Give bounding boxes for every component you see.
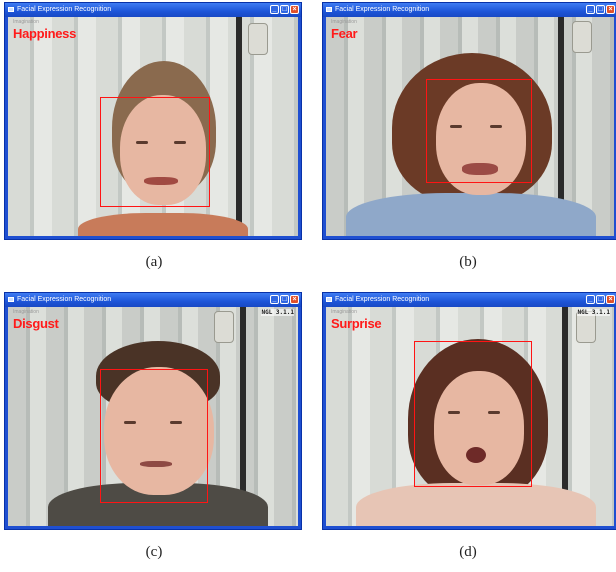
window-controls: _ □ × [586, 295, 615, 304]
panel-disgust: Facial Expression Recognition _ □ × Imag… [4, 292, 302, 530]
video-frame: Imagination Happiness [8, 17, 298, 236]
caption-d: (d) [459, 544, 477, 560]
shirt [346, 193, 596, 236]
brand-label: Imagination [13, 309, 39, 315]
app-window[interactable]: Facial Expression Recognition _ □ × Imag… [4, 292, 302, 530]
video-frame: Imagination Surprise NGL 3.1.1 [326, 307, 614, 526]
close-icon[interactable]: × [290, 295, 299, 304]
minimize-icon[interactable]: _ [586, 295, 595, 304]
shirt [356, 483, 596, 526]
maximize-icon[interactable]: □ [280, 5, 289, 14]
close-icon[interactable]: × [290, 5, 299, 14]
window-titlebar[interactable]: Facial Expression Recognition _ □ × [323, 3, 616, 17]
shirt [78, 213, 248, 236]
face-detection-box [426, 79, 532, 183]
background-lamp [214, 311, 234, 343]
emotion-label: Fear [331, 26, 358, 41]
brand-label: Imagination [331, 309, 357, 315]
video-frame: Imagination Fear [326, 17, 614, 236]
emotion-label: Disgust [13, 316, 59, 331]
window-titlebar[interactable]: Facial Expression Recognition _ □ × [5, 293, 301, 307]
panel-happiness: Facial Expression Recognition _ □ × Imag… [4, 2, 302, 240]
maximize-icon[interactable]: □ [280, 295, 289, 304]
version-label: NGL 3.1.1 [261, 309, 294, 316]
emotion-label: Surprise [331, 316, 382, 331]
background-lamp [572, 21, 592, 53]
minimize-icon[interactable]: _ [586, 5, 595, 14]
app-window[interactable]: Facial Expression Recognition _ □ × Imag… [322, 292, 616, 530]
window-title: Facial Expression Recognition [17, 6, 112, 13]
minimize-icon[interactable]: _ [270, 5, 279, 14]
close-icon[interactable]: × [606, 295, 615, 304]
window-titlebar[interactable]: Facial Expression Recognition _ □ × [323, 293, 616, 307]
emotion-label: Happiness [13, 26, 77, 41]
window-titlebar[interactable]: Facial Expression Recognition _ □ × [5, 3, 301, 17]
background-lamp [248, 23, 268, 55]
minimize-icon[interactable]: _ [270, 295, 279, 304]
window-title: Facial Expression Recognition [335, 296, 430, 303]
app-icon [8, 297, 14, 302]
window-controls: _ □ × [270, 5, 299, 14]
face-detection-box [100, 97, 210, 207]
video-frame: Imagination Disgust NGL 3.1.1 [8, 307, 298, 526]
window-title: Facial Expression Recognition [335, 6, 430, 13]
brand-label: Imagination [13, 19, 39, 25]
app-window[interactable]: Facial Expression Recognition _ □ × Imag… [322, 2, 616, 240]
caption-b: (b) [459, 254, 477, 270]
face-detection-box [100, 369, 208, 503]
face-detection-box [414, 341, 532, 487]
brand-label: Imagination [331, 19, 357, 25]
app-icon [326, 297, 332, 302]
caption-a: (a) [145, 254, 163, 270]
app-window[interactable]: Facial Expression Recognition _ □ × Imag… [4, 2, 302, 240]
version-label: NGL 3.1.1 [577, 309, 610, 316]
app-icon [326, 7, 332, 12]
maximize-icon[interactable]: □ [596, 5, 605, 14]
window-title: Facial Expression Recognition [17, 296, 112, 303]
window-controls: _ □ × [586, 5, 615, 14]
panel-fear: Facial Expression Recognition _ □ × Imag… [322, 2, 616, 240]
background-pole [236, 17, 242, 236]
app-icon [8, 7, 14, 12]
caption-c: (c) [145, 544, 163, 560]
maximize-icon[interactable]: □ [596, 295, 605, 304]
panel-surprise: Facial Expression Recognition _ □ × Imag… [322, 292, 616, 530]
close-icon[interactable]: × [606, 5, 615, 14]
window-controls: _ □ × [270, 295, 299, 304]
